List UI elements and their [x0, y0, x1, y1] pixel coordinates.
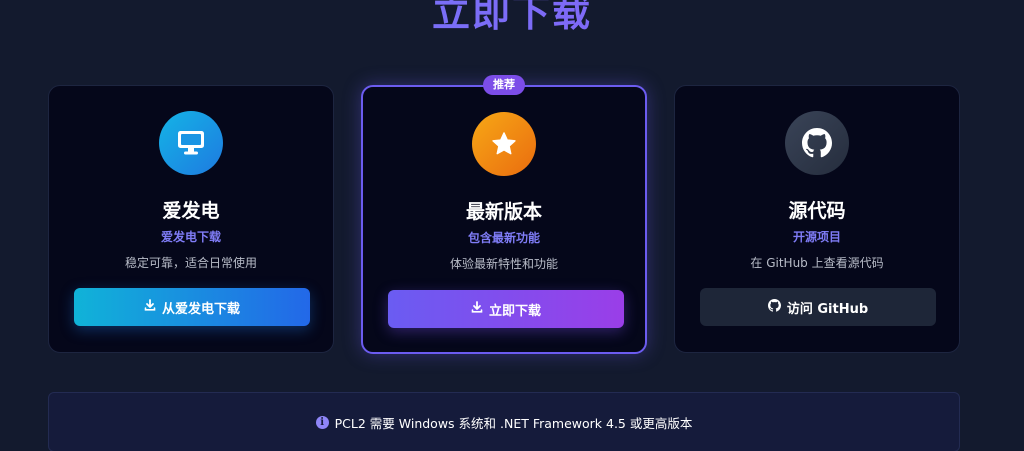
section-title: 立即下载: [0, 0, 1024, 38]
download-latest-button[interactable]: 立即下载: [388, 290, 624, 328]
star-icon: [472, 112, 536, 176]
download-afdian-button[interactable]: 从爱发电下载: [74, 288, 310, 326]
card-subtitle: 开源项目: [792, 230, 841, 244]
recommended-badge: 推荐: [483, 75, 525, 95]
download-card-afdian: 爱发电 爱发电下载 稳定可靠，适合日常使用 从爱发电下载: [48, 85, 334, 353]
card-description: 体验最新特性和功能: [449, 257, 558, 271]
card-subtitle: 包含最新功能: [467, 231, 540, 245]
card-subtitle: 爱发电下载: [160, 230, 221, 244]
button-label: 从爱发电下载: [161, 301, 240, 317]
requirements-notice: i PCL2 需要 Windows 系统和 .NET Framework 4.5…: [48, 392, 960, 451]
notice-text: PCL2 需要 Windows 系统和 .NET Framework 4.5 或…: [334, 415, 693, 431]
button-label: 访问 GitHub: [786, 301, 869, 317]
download-icon: [471, 301, 483, 317]
card-title: 最新版本: [465, 201, 542, 223]
card-title: 源代码: [788, 200, 846, 222]
download-card-source: 源代码 开源项目 在 GitHub 上查看源代码 访问 GitHub: [674, 85, 960, 353]
download-card-latest: 推荐 最新版本 包含最新功能 体验最新特性和功能 立即下载: [361, 75, 647, 354]
button-label: 立即下载: [488, 303, 541, 319]
card-description: 在 GitHub 上查看源代码: [750, 256, 884, 270]
download-section: 立即下载 爱发电 爱发电下载 稳定可靠，适合日常使用 从爱发电下载 推荐 最新版…: [0, 0, 1024, 451]
card-title: 爱发电: [162, 200, 220, 222]
github-icon: [767, 298, 781, 316]
card-description: 稳定可靠，适合日常使用: [124, 256, 257, 270]
download-icon: [144, 299, 156, 315]
github-icon: [785, 111, 849, 175]
visit-github-button[interactable]: 访问 GitHub: [700, 288, 936, 326]
info-icon: i: [315, 415, 329, 429]
monitor-icon: [159, 111, 223, 175]
